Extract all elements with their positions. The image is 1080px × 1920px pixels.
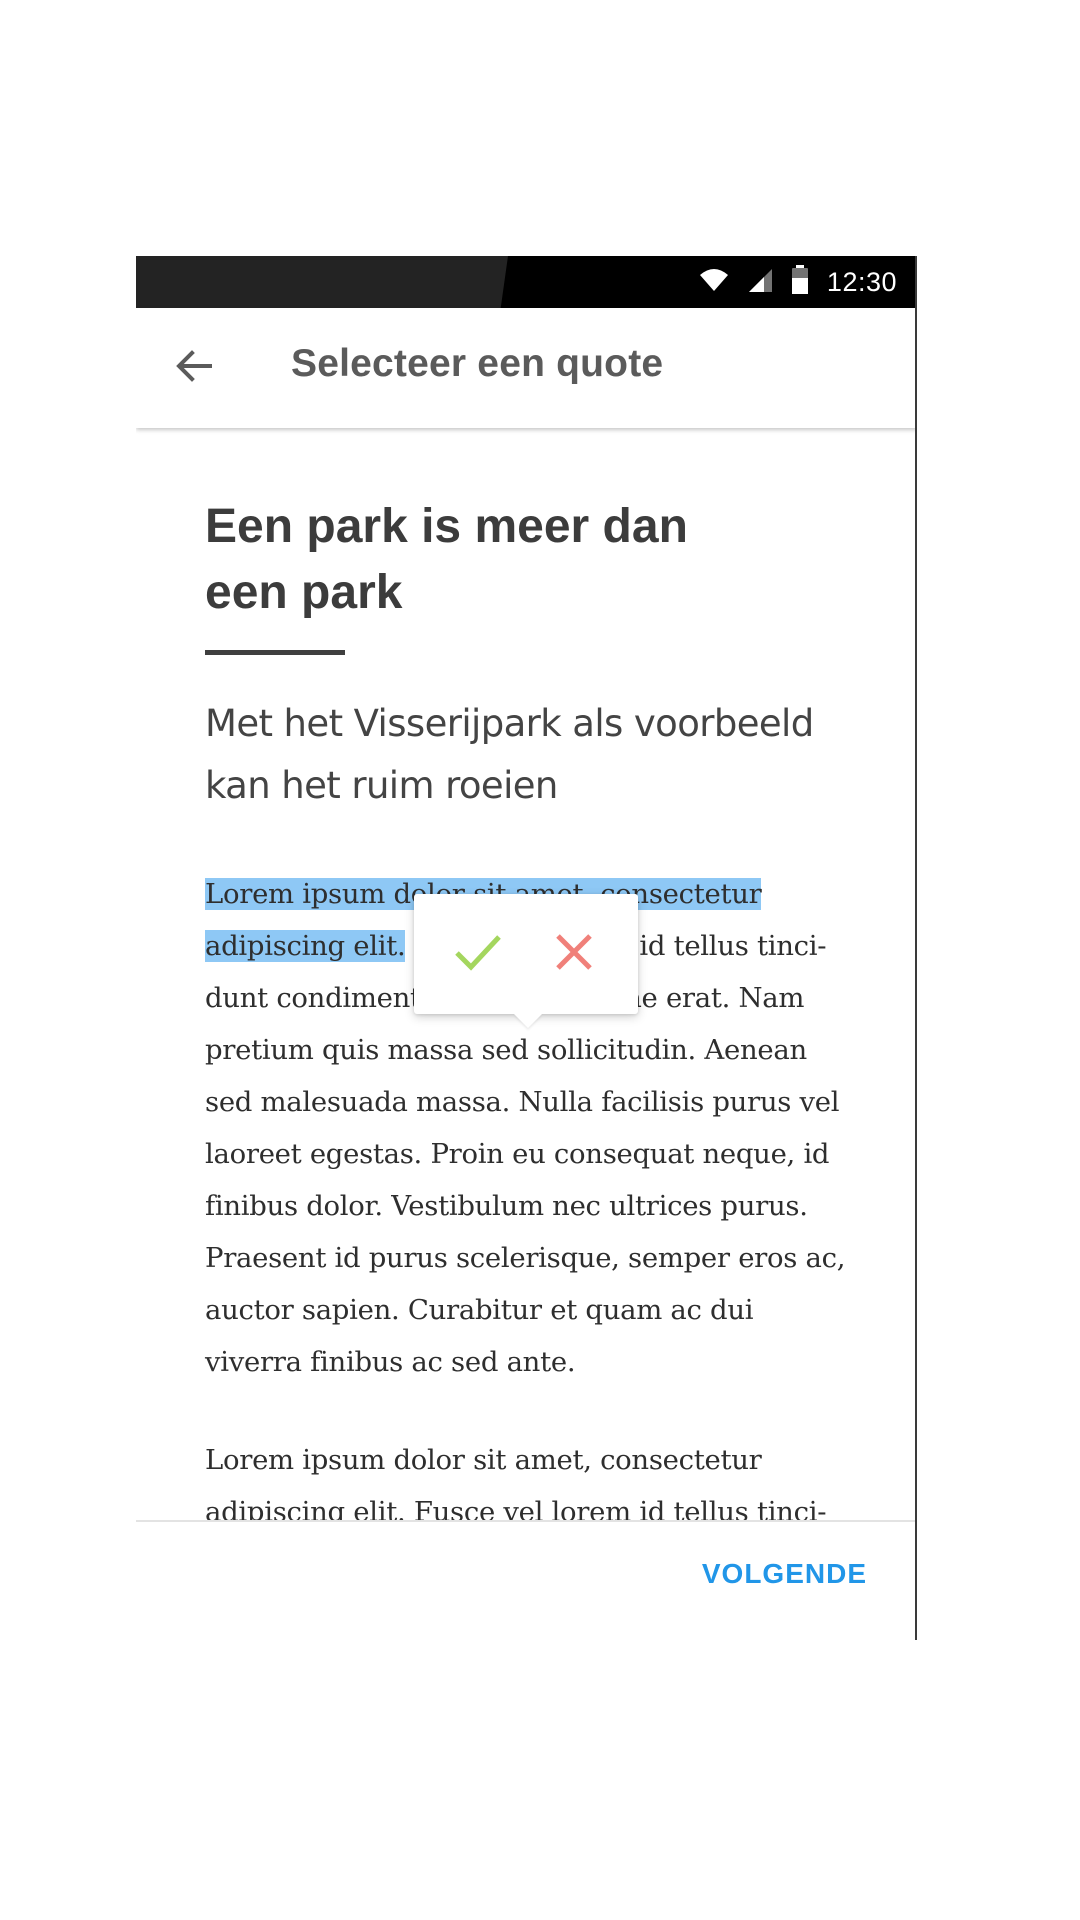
confirm-selection-button[interactable] [450, 926, 506, 982]
bottom-bar: VOLGENDE [136, 1520, 915, 1640]
status-bar: 12:30 [136, 256, 915, 308]
back-button[interactable] [164, 338, 224, 398]
close-icon [553, 931, 595, 978]
battery-icon [791, 264, 809, 300]
article-content: Een park is meer dan een park Met het Vi… [136, 428, 915, 1640]
status-icons: 12:30 [699, 256, 897, 308]
next-button[interactable]: VOLGENDE [702, 1558, 867, 1590]
signal-icon [747, 267, 773, 298]
wifi-icon [699, 267, 729, 298]
selection-popup [414, 894, 638, 1014]
app-bar: Selecteer een quote [136, 308, 915, 428]
arrow-back-icon [174, 346, 214, 391]
article-title: Een park is meer dan een park [205, 500, 688, 619]
article-subtitle: Met het Visserijpark als voorbeeld kan h… [205, 702, 814, 807]
title-divider [205, 650, 345, 655]
check-icon [453, 932, 503, 977]
status-time: 12:30 [826, 266, 897, 297]
phone-screen: 12:30 Selecteer een quote Een park is me… [136, 256, 917, 1640]
page-title: Selecteer een quote [291, 342, 664, 385]
cancel-selection-button[interactable] [546, 926, 602, 982]
